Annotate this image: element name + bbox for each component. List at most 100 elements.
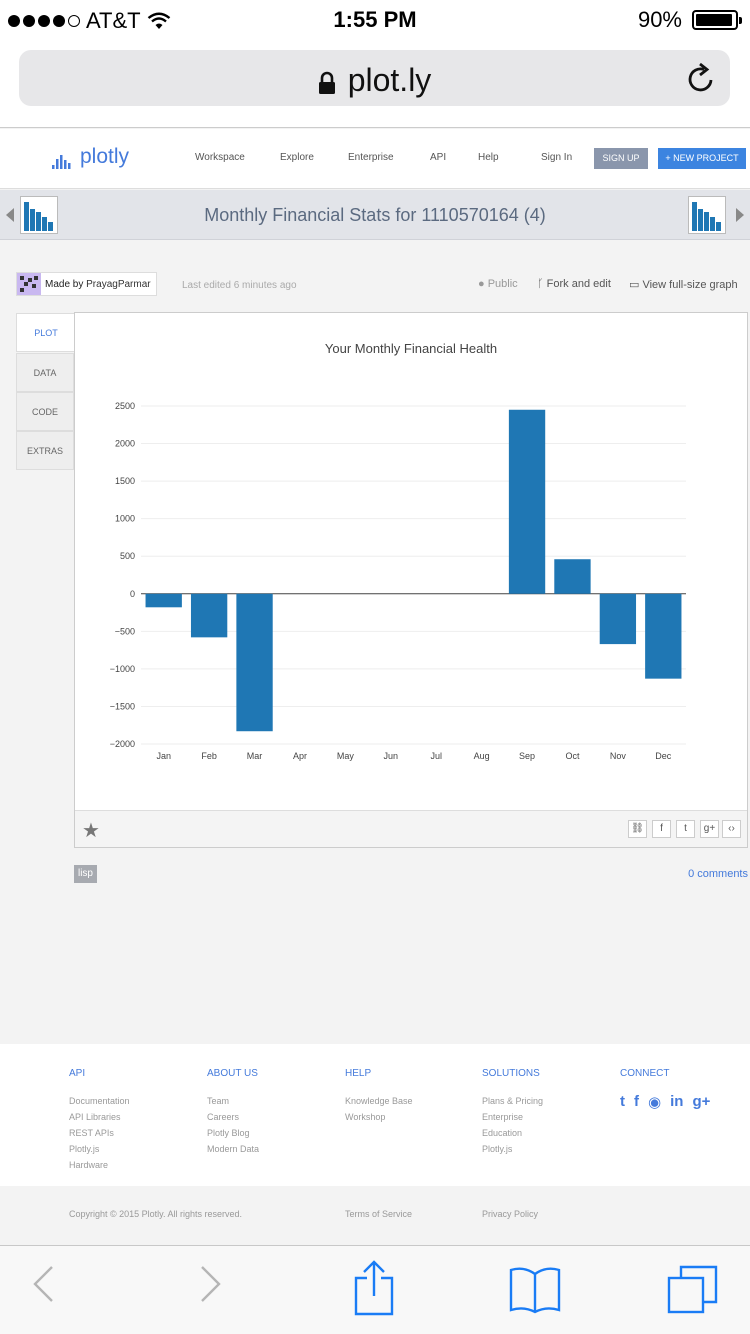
y-tick-label: −2000 (110, 739, 135, 749)
footer-link[interactable]: Enterprise (482, 1109, 543, 1125)
full-size-link[interactable]: ▭ View full-size graph (629, 278, 738, 291)
footer-link[interactable]: Education (482, 1125, 543, 1141)
footer-link[interactable]: Plotly.js (482, 1141, 543, 1157)
globe-icon: ● (478, 278, 485, 290)
nav-sign-in[interactable]: Sign In (541, 152, 572, 163)
plotly-logo[interactable]: plotly (52, 145, 129, 169)
bar-chart-icon (52, 155, 71, 169)
x-tick-label: Oct (565, 751, 580, 761)
bar-oct[interactable] (554, 559, 591, 594)
google-plus-icon[interactable]: g+ (692, 1093, 710, 1111)
status-bar: AT&T 1:55 PM 90% (0, 0, 750, 40)
footer-link[interactable]: Plotly.js (69, 1141, 130, 1157)
footer-heading: HELP (345, 1068, 372, 1079)
tag-lisp[interactable]: lisp (74, 865, 97, 883)
footer-link[interactable]: Knowledge Base (345, 1093, 413, 1109)
page-title: Monthly Financial Stats for 1110570164 (… (204, 205, 546, 225)
y-tick-label: 0 (130, 589, 135, 599)
embed-icon[interactable]: ‹› (722, 820, 741, 838)
bar-jan[interactable] (145, 593, 182, 608)
link-icon[interactable]: ⛓ (628, 820, 647, 838)
facebook-icon[interactable]: f (652, 820, 671, 838)
footer-link[interactable]: Team (207, 1093, 259, 1109)
y-tick-label: −500 (115, 626, 135, 636)
tabs-icon[interactable] (667, 1264, 719, 1316)
bar-mar[interactable] (236, 593, 273, 732)
x-tick-label: Apr (293, 751, 307, 761)
nav-explore[interactable]: Explore (280, 152, 314, 163)
twitter-icon[interactable]: t (676, 820, 695, 838)
x-tick-label: Aug (474, 751, 490, 761)
made-by-badge[interactable]: Made by PrayagParmar (16, 272, 157, 296)
battery-percent: 90% (637, 7, 682, 32)
terms-link[interactable]: Terms of Service (345, 1209, 412, 1219)
tab-data[interactable]: DATA (16, 353, 74, 392)
footer-link[interactable]: Careers (207, 1109, 259, 1125)
comments-link[interactable]: 0 comments (688, 868, 748, 880)
plot-title-band: Monthly Financial Stats for 1110570164 (… (0, 190, 750, 240)
x-tick-label: May (337, 751, 355, 761)
bar-feb[interactable] (190, 593, 228, 638)
footer-col-help: HELP Knowledge Base Workshop (345, 1068, 413, 1125)
tab-code[interactable]: CODE (16, 392, 74, 431)
twitter-icon[interactable]: t (620, 1093, 625, 1111)
x-tick-label: Dec (655, 751, 672, 761)
fork-edit-link[interactable]: ᚴ Fork and edit (537, 278, 611, 290)
battery-icon (692, 10, 742, 30)
footer-heading: ABOUT US (207, 1068, 258, 1079)
bookmarks-icon[interactable] (508, 1266, 562, 1314)
plot-panel-footer: ★ ⛓ f t g+ ‹› (75, 810, 747, 847)
browser-toolbar (0, 1245, 750, 1334)
reload-icon[interactable] (686, 62, 716, 94)
footer-col-connect: CONNECT t f ◉ in g+ (620, 1068, 710, 1111)
nav-workspace[interactable]: Workspace (195, 152, 245, 163)
nav-enterprise[interactable]: Enterprise (348, 152, 394, 163)
footer-col-about: ABOUT US Team Careers Plotly Blog Modern… (207, 1068, 259, 1157)
plot-panel: Your Monthly Financial Health 2500 2000 15… (74, 312, 748, 848)
star-icon[interactable]: ★ (82, 818, 100, 843)
bar-dec[interactable] (645, 593, 682, 679)
facebook-icon[interactable]: f (634, 1093, 639, 1111)
x-tick-label: Mar (247, 751, 263, 761)
x-tick-label: Nov (610, 751, 627, 761)
lock-icon (318, 71, 335, 94)
x-tick-label: Jun (384, 751, 399, 761)
address-bar[interactable]: plot.ly (19, 50, 730, 106)
y-tick-label: 2500 (115, 401, 135, 411)
footer-heading: SOLUTIONS (482, 1068, 540, 1079)
nav-help[interactable]: Help (478, 152, 499, 163)
privacy-link[interactable]: Privacy Policy (482, 1209, 538, 1219)
footer-link[interactable]: API Libraries (69, 1109, 130, 1125)
url-text: plot.ly (347, 62, 432, 98)
footer-link[interactable]: Plans & Pricing (482, 1093, 543, 1109)
new-project-button[interactable]: + NEW PROJECT (658, 148, 746, 169)
next-plot-thumbnail[interactable] (688, 196, 726, 234)
y-tick-label: 1000 (115, 514, 135, 524)
share-icon[interactable] (353, 1260, 395, 1316)
y-tick-label: 1500 (115, 476, 135, 486)
bar-sep[interactable] (508, 409, 546, 594)
footer-link[interactable]: Hardware (69, 1157, 130, 1173)
footer-link[interactable]: Documentation (69, 1093, 130, 1109)
linkedin-icon[interactable]: in (670, 1093, 683, 1111)
next-arrow-icon[interactable] (736, 208, 744, 222)
bar-nov[interactable] (599, 593, 637, 645)
back-icon[interactable] (30, 1264, 56, 1304)
google-plus-icon[interactable]: g+ (700, 820, 719, 838)
author-name[interactable]: PrayagParmar (86, 279, 150, 290)
x-tick-label: Sep (519, 751, 535, 761)
footer-link[interactable]: Plotly Blog (207, 1125, 259, 1141)
sign-up-button[interactable]: SIGN UP (594, 148, 648, 169)
tab-extras[interactable]: EXTRAS (16, 431, 74, 470)
footer-col-api: API Documentation API Libraries REST API… (69, 1068, 130, 1173)
y-tick-label: 2000 (115, 439, 135, 449)
forward-icon[interactable] (198, 1264, 224, 1304)
footer-link[interactable]: Modern Data (207, 1141, 259, 1157)
made-by-label: Made by (45, 278, 84, 290)
x-tick-label: Jul (430, 751, 442, 761)
footer-link[interactable]: REST APIs (69, 1125, 130, 1141)
nav-api[interactable]: API (430, 152, 446, 163)
tab-plot[interactable]: PLOT (16, 313, 75, 352)
footer-link[interactable]: Workshop (345, 1109, 413, 1125)
github-icon[interactable]: ◉ (648, 1093, 661, 1111)
